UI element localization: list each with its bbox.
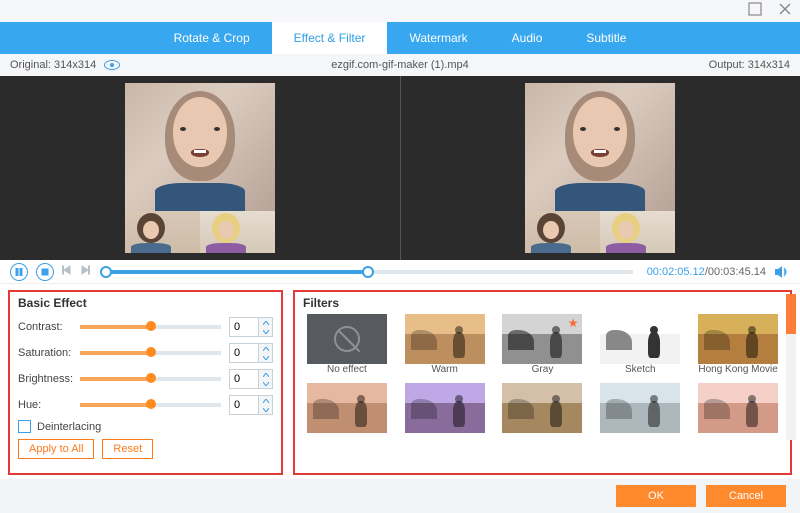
basic-slider-2[interactable] bbox=[80, 377, 221, 381]
filter-item[interactable] bbox=[303, 383, 391, 444]
reset-button[interactable]: Reset bbox=[102, 439, 153, 459]
filter-label bbox=[737, 433, 740, 444]
filter-item[interactable] bbox=[499, 383, 587, 444]
output-label: Output: 314x314 bbox=[709, 59, 790, 71]
filename-label: ezgif.com-gif-maker (1).mp4 bbox=[331, 59, 469, 71]
tab-subtitle[interactable]: Subtitle bbox=[564, 22, 648, 54]
tab-bar: Rotate & Crop Effect & Filter Watermark … bbox=[0, 22, 800, 54]
basic-spinner-2[interactable] bbox=[229, 369, 273, 389]
basic-effect-panel: Basic Effect Contrast: Saturation: Brigh… bbox=[8, 290, 283, 475]
original-label: Original: 314x314 bbox=[10, 59, 96, 71]
close-icon[interactable] bbox=[778, 2, 792, 21]
preview-original bbox=[0, 76, 400, 260]
cancel-button[interactable]: Cancel bbox=[706, 485, 786, 507]
apply-to-all-button[interactable]: Apply to All bbox=[18, 439, 94, 459]
play-button[interactable] bbox=[10, 263, 28, 281]
filter-label: Sketch bbox=[625, 364, 656, 375]
filter-label bbox=[443, 433, 446, 444]
filter-item[interactable] bbox=[694, 383, 782, 444]
basic-spinner-1[interactable] bbox=[229, 343, 273, 363]
filter-label: Hong Kong Movie bbox=[698, 364, 778, 375]
star-icon: ★ bbox=[568, 316, 579, 330]
eye-icon[interactable] bbox=[104, 60, 120, 70]
tab-watermark[interactable]: Watermark bbox=[387, 22, 489, 54]
ok-button[interactable]: OK bbox=[616, 485, 696, 507]
basic-effect-title: Basic Effect bbox=[18, 296, 273, 310]
basic-label: Saturation: bbox=[18, 347, 80, 359]
filter-item[interactable]: Warm bbox=[401, 314, 489, 375]
basic-label: Contrast: bbox=[18, 321, 80, 333]
basic-slider-0[interactable] bbox=[80, 325, 221, 329]
filter-label: No effect bbox=[327, 364, 367, 375]
filter-item[interactable]: ★ Gray bbox=[499, 314, 587, 375]
time-display: 00:02:05.12/00:03:45.14 bbox=[647, 266, 766, 278]
basic-slider-3[interactable] bbox=[80, 403, 221, 407]
timeline-slider[interactable] bbox=[104, 270, 633, 274]
filters-title: Filters bbox=[303, 296, 782, 310]
filter-item[interactable] bbox=[401, 383, 489, 444]
filter-item[interactable]: Hong Kong Movie bbox=[694, 314, 782, 375]
basic-spinner-3[interactable] bbox=[229, 395, 273, 415]
prev-button[interactable] bbox=[62, 265, 72, 278]
filters-panel: Filters No effect Warm ★ Gray Sketch Hong Kon… bbox=[293, 290, 792, 475]
filter-label: Gray bbox=[532, 364, 554, 375]
filters-scrollbar[interactable] bbox=[786, 294, 796, 440]
deinterlacing-checkbox[interactable]: Deinterlacing bbox=[18, 420, 273, 433]
filter-label bbox=[639, 433, 642, 444]
filter-item[interactable]: Sketch bbox=[596, 314, 684, 375]
minimize-icon[interactable] bbox=[748, 2, 762, 21]
basic-spinner-0[interactable] bbox=[229, 317, 273, 337]
filter-label bbox=[541, 433, 544, 444]
filter-label bbox=[346, 433, 349, 444]
volume-icon[interactable] bbox=[774, 265, 790, 279]
stop-button[interactable] bbox=[36, 263, 54, 281]
tab-rotate-crop[interactable]: Rotate & Crop bbox=[152, 22, 272, 54]
filter-item[interactable] bbox=[596, 383, 684, 444]
tab-effect-filter[interactable]: Effect & Filter bbox=[272, 22, 388, 54]
filter-label: Warm bbox=[432, 364, 458, 375]
filter-item[interactable]: No effect bbox=[303, 314, 391, 375]
basic-label: Brightness: bbox=[18, 373, 80, 385]
basic-slider-1[interactable] bbox=[80, 351, 221, 355]
basic-label: Hue: bbox=[18, 399, 80, 411]
tab-audio[interactable]: Audio bbox=[490, 22, 565, 54]
no-effect-icon bbox=[334, 326, 360, 352]
next-button[interactable] bbox=[80, 265, 90, 278]
preview-output bbox=[400, 76, 800, 260]
